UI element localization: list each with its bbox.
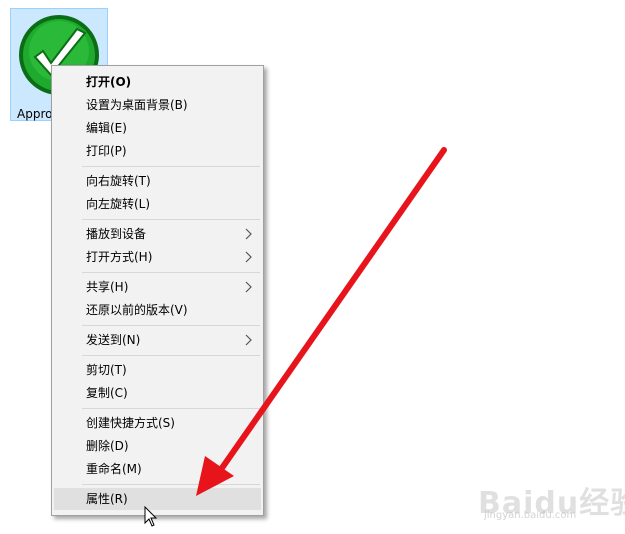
menu-item-cast-to-device[interactable]: 播放到设备 [54, 223, 261, 245]
menu-separator [82, 355, 260, 356]
menu-separator [82, 272, 260, 273]
chevron-right-icon [245, 334, 252, 346]
watermark-subtext: jingyan.baidu.com [484, 510, 577, 521]
menu-item-send-to[interactable]: 发送到(N) [54, 329, 261, 351]
baidu-watermark: Baidu经验 jingyan.baidu.com [478, 478, 625, 522]
menu-item-open-with[interactable]: 打开方式(H) [54, 246, 261, 268]
chevron-right-icon [245, 228, 252, 240]
context-menu: 打开(O) 设置为桌面背景(B) 编辑(E) 打印(P) 向右旋转(T) 向左旋… [51, 65, 264, 516]
menu-item-share[interactable]: 共享(H) [54, 276, 261, 298]
menu-item-rotate-right[interactable]: 向右旋转(T) [54, 170, 261, 192]
chevron-right-icon [245, 281, 252, 293]
chevron-right-icon [245, 251, 252, 263]
menu-item-label: 打开方式(H) [86, 250, 153, 264]
menu-item-delete[interactable]: 删除(D) [54, 435, 261, 457]
menu-item-open[interactable]: 打开(O) [54, 71, 261, 93]
menu-separator [82, 219, 260, 220]
menu-item-copy[interactable]: 复制(C) [54, 382, 261, 404]
menu-item-label: 发送到(N) [86, 333, 141, 347]
menu-separator [82, 408, 260, 409]
menu-separator [82, 484, 260, 485]
menu-item-set-as-desktop-background[interactable]: 设置为桌面背景(B) [54, 94, 261, 116]
mouse-cursor-icon [144, 506, 158, 527]
menu-item-rename[interactable]: 重命名(M) [54, 458, 261, 480]
menu-item-cut[interactable]: 剪切(T) [54, 359, 261, 381]
file-name-label: Appro [17, 107, 53, 121]
menu-item-label: 共享(H) [86, 280, 129, 294]
menu-item-print[interactable]: 打印(P) [54, 140, 261, 162]
menu-item-label: 播放到设备 [86, 227, 147, 241]
menu-item-rotate-left[interactable]: 向左旋转(L) [54, 193, 261, 215]
menu-item-create-shortcut[interactable]: 创建快捷方式(S) [54, 412, 261, 434]
menu-separator [82, 166, 260, 167]
menu-separator [82, 325, 260, 326]
menu-item-edit[interactable]: 编辑(E) [54, 117, 261, 139]
menu-item-restore-previous-versions[interactable]: 还原以前的版本(V) [54, 299, 261, 321]
